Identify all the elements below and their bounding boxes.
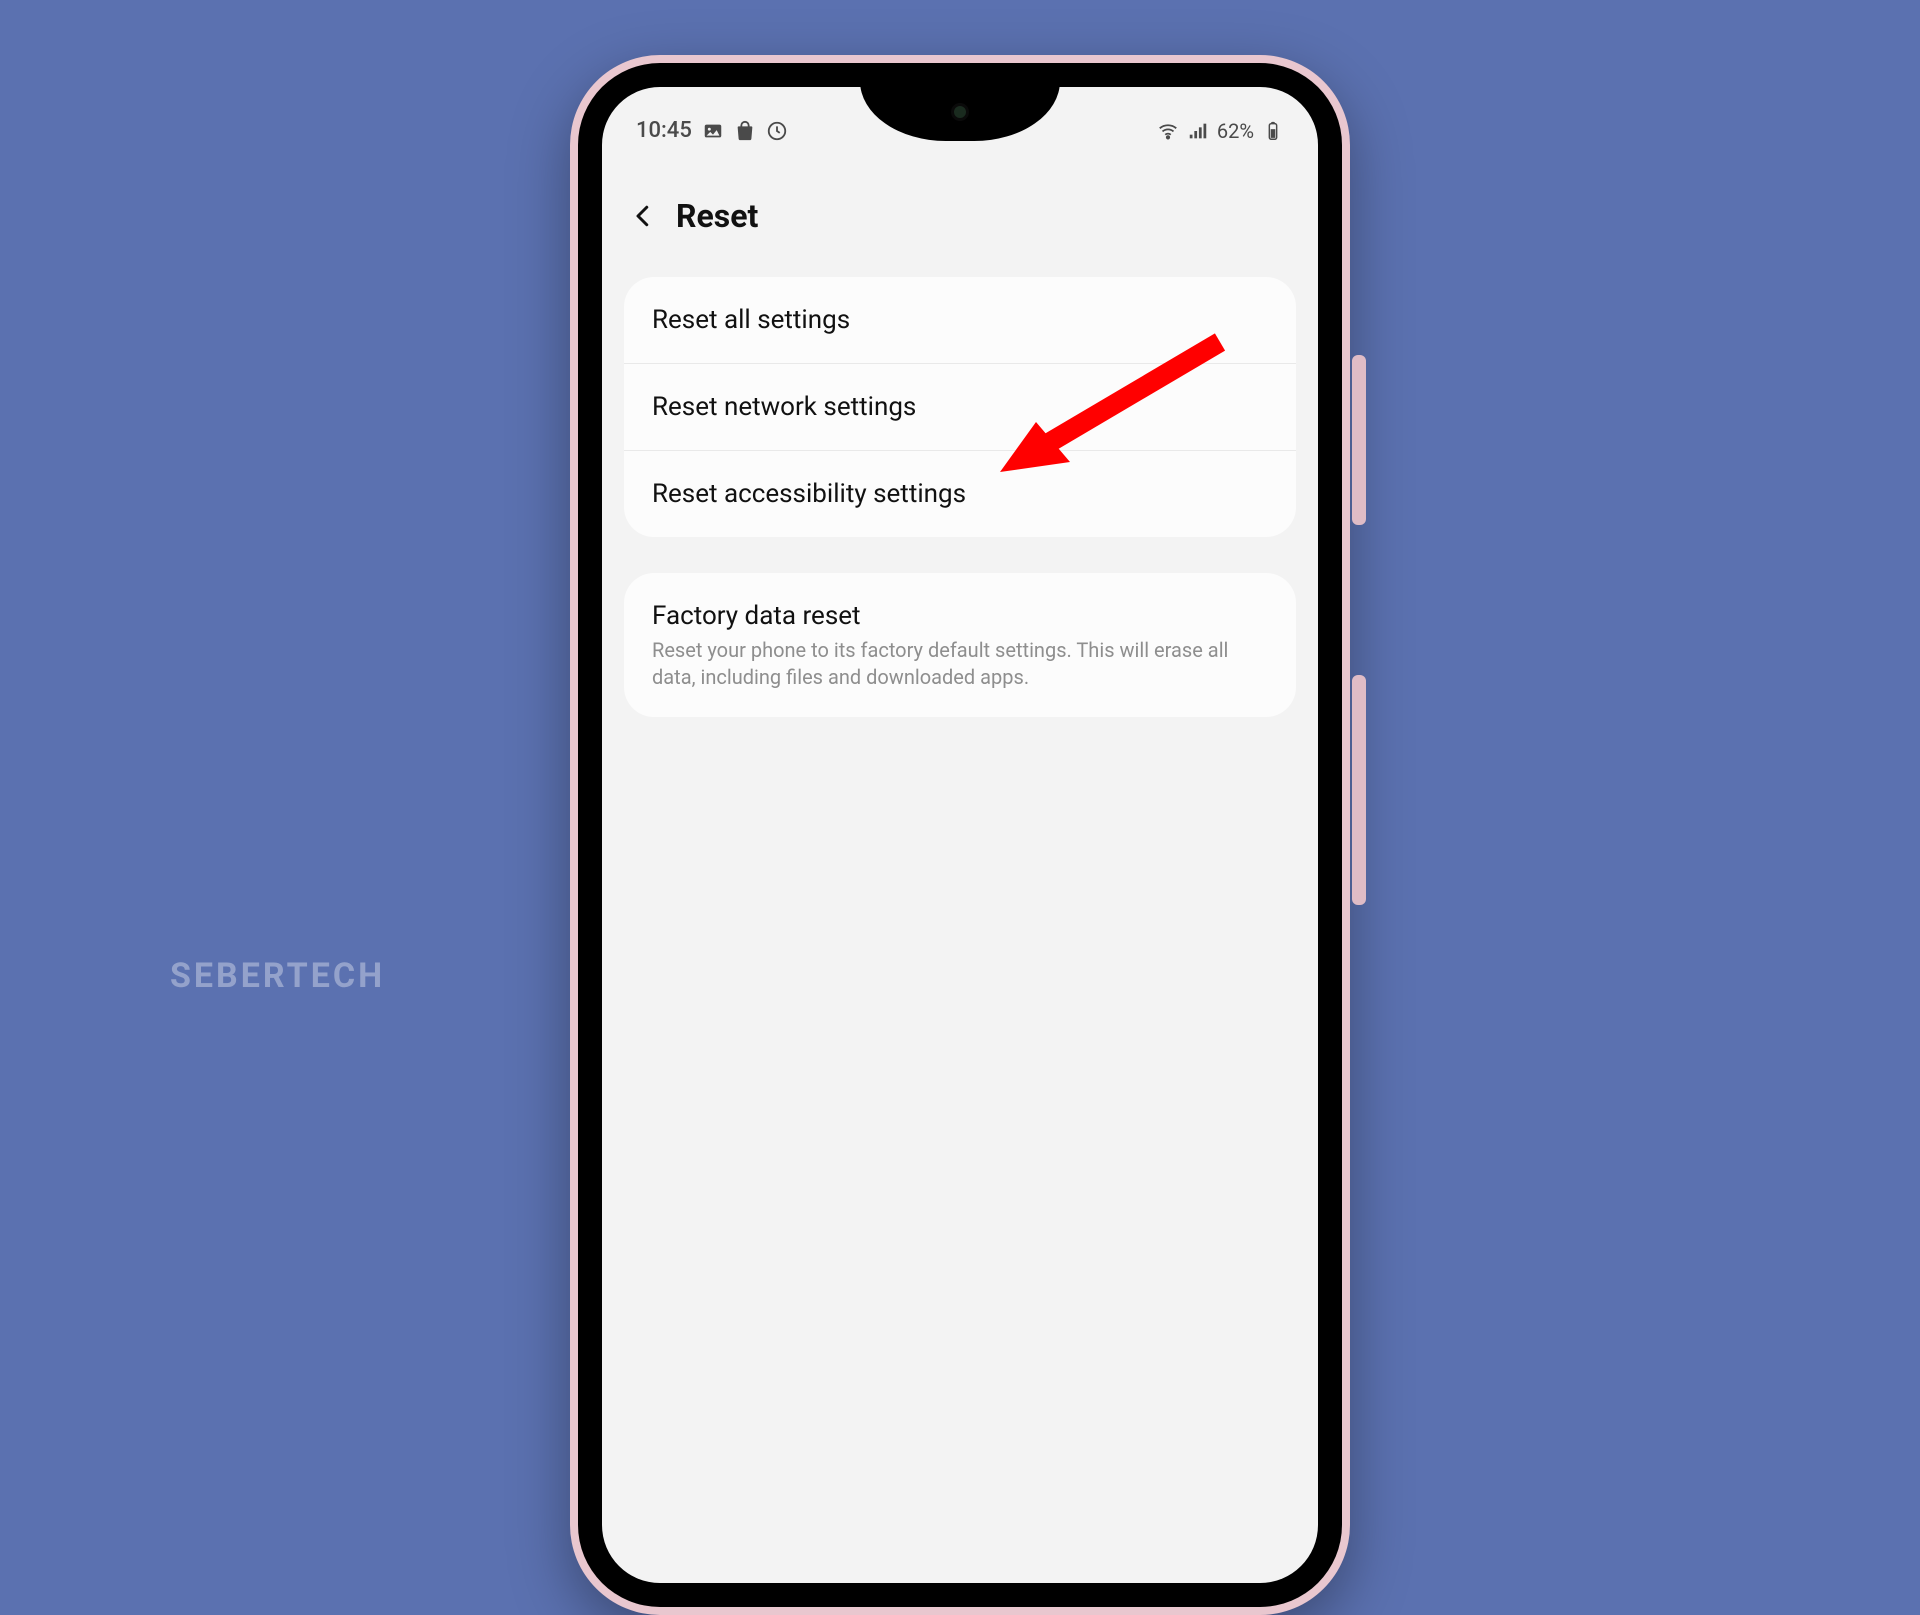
battery-icon <box>1262 120 1284 142</box>
row-label: Factory data reset <box>652 601 1268 631</box>
phone-screen: 10:45 <box>602 87 1318 1583</box>
factory-data-reset-row[interactable]: Factory data reset Reset your phone to i… <box>624 573 1296 717</box>
status-time: 10:45 <box>636 118 692 143</box>
image-icon <box>702 120 724 142</box>
settings-content: Reset all settings Reset network setting… <box>624 277 1296 753</box>
row-label: Reset all settings <box>652 305 850 335</box>
front-camera <box>951 103 969 121</box>
reset-accessibility-settings-row[interactable]: Reset accessibility settings <box>624 450 1296 537</box>
row-label: Reset accessibility settings <box>652 479 966 509</box>
battery-percentage: 62% <box>1217 119 1254 143</box>
phone-volume-button <box>1352 675 1366 905</box>
watermark-text: SEBERTECH <box>170 956 385 996</box>
phone-power-button <box>1352 355 1366 525</box>
row-subtitle: Reset your phone to its factory default … <box>652 637 1268 691</box>
row-label: Reset network settings <box>652 392 916 422</box>
chevron-left-icon <box>628 201 658 231</box>
factory-reset-group: Factory data reset Reset your phone to i… <box>624 573 1296 717</box>
wifi-icon <box>1157 120 1179 142</box>
page-title: Reset <box>676 197 758 235</box>
reset-network-settings-row[interactable]: Reset network settings <box>624 363 1296 450</box>
reset-options-group: Reset all settings Reset network setting… <box>624 277 1296 537</box>
phone-frame: 10:45 <box>570 55 1350 1615</box>
sync-icon <box>766 120 788 142</box>
cellular-signal-icon <box>1187 120 1209 142</box>
shopping-bag-icon <box>734 120 756 142</box>
reset-all-settings-row[interactable]: Reset all settings <box>624 277 1296 363</box>
page-header: Reset <box>602 197 1318 235</box>
phone-bezel: 10:45 <box>578 63 1342 1607</box>
back-button[interactable] <box>628 201 658 231</box>
